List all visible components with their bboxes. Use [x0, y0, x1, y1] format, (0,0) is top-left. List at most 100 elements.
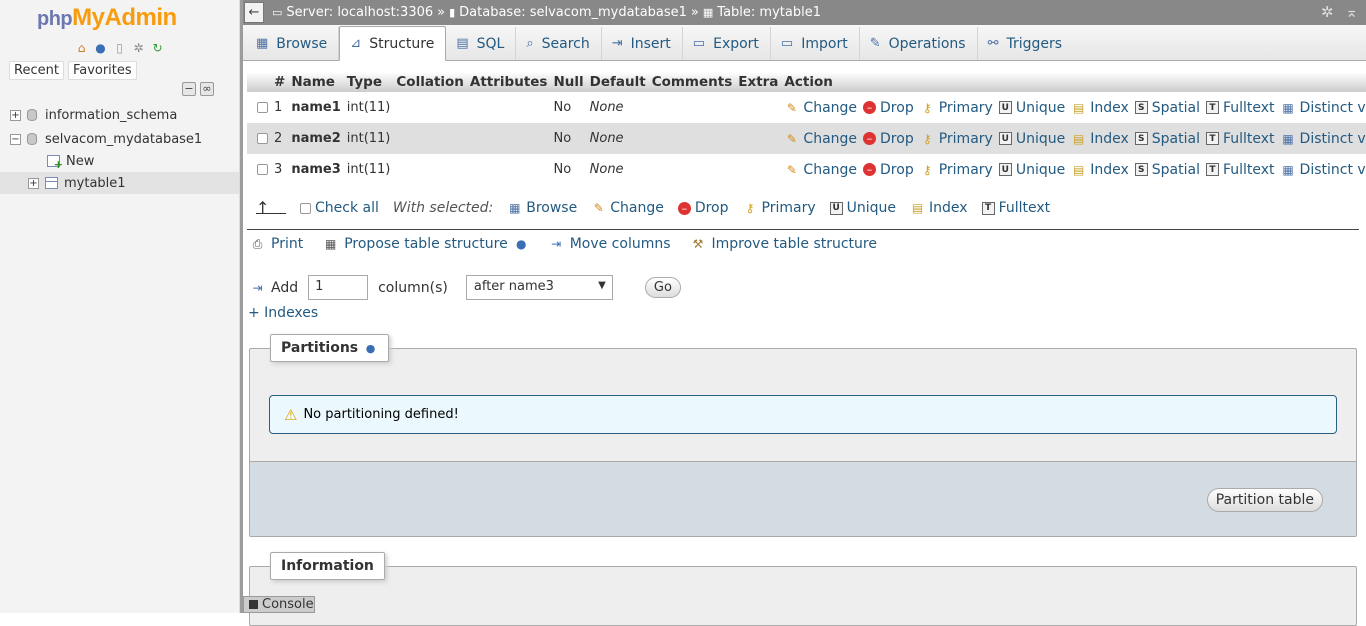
unique-action[interactable]: U Unique: [998, 100, 1065, 116]
action-cell: ✎ Change – Drop ⚷ Primary U Unique ▤ Index S Spatia…: [781, 92, 1366, 123]
browse-icon: ▦: [509, 201, 521, 215]
check-all-checkbox[interactable]: [300, 202, 311, 214]
selected-browse-button[interactable]: ▦ Browse: [507, 200, 577, 216]
primary-action[interactable]: ⚷ Primary: [920, 162, 993, 178]
column-header: Extra: [735, 72, 782, 92]
change-action[interactable]: ✎ Change: [784, 100, 857, 116]
phpmyadmin-logo[interactable]: phpMyAdmin: [37, 4, 177, 32]
tree-item-selvacom-mydatabase1[interactable]: − selvacom_mydatabase1: [0, 128, 239, 150]
tab-sql[interactable]: ▤ SQL: [446, 27, 517, 60]
tree-item-information-schema[interactable]: + information_schema: [0, 104, 239, 126]
drop-action[interactable]: – Drop: [863, 162, 914, 178]
primary-action[interactable]: ⚷ Primary: [920, 100, 993, 116]
unique-action[interactable]: U Unique: [998, 131, 1065, 147]
distinct-values-action[interactable]: ▦Distinct values: [1281, 131, 1366, 147]
spatial-action[interactable]: S Spatial: [1134, 162, 1200, 178]
distinct-values-action[interactable]: ▦Distinct values: [1281, 100, 1366, 116]
add-label: Add: [271, 279, 299, 296]
selected-drop-button[interactable]: – Drop: [677, 200, 729, 216]
partition-table-button[interactable]: Partition table: [1206, 488, 1323, 512]
primary-action[interactable]: ⚷ Primary: [920, 131, 993, 147]
breadcrumb-database[interactable]: ▮ Database: selvacom_mydatabase1: [449, 5, 687, 20]
go-button[interactable]: Go: [644, 277, 681, 298]
print-link[interactable]: ⎙ Print: [250, 236, 304, 252]
propose-structure-link[interactable]: ▦ Propose table structure ●: [323, 236, 528, 252]
fulltext-action[interactable]: T Fulltext: [1205, 131, 1275, 147]
column-type: int(11): [343, 123, 394, 154]
nav-icon-bar: ⌂ ● ▯ ✲ ↻: [74, 40, 165, 55]
column-position-select[interactable]: after name3 ▼: [465, 275, 613, 300]
improve-structure-link[interactable]: ⚒ Improve table structure: [691, 236, 877, 252]
distinct-values-action[interactable]: ▦Distinct values: [1281, 162, 1366, 178]
index-action[interactable]: ▤ Index: [1071, 162, 1129, 178]
column-count-input[interactable]: 1: [308, 275, 369, 300]
change-action[interactable]: ✎ Change: [784, 131, 857, 147]
check-all[interactable]: Check all: [300, 200, 379, 216]
info-icon[interactable]: ●: [93, 40, 108, 55]
table-row: 1 name1 int(11) No None ✎ Change – Drop ⚷ Primary U…: [247, 92, 1366, 123]
collapse-icon[interactable]: ⌅: [1345, 3, 1358, 21]
selected-unique-button[interactable]: U Unique: [829, 200, 896, 216]
reload-icon[interactable]: ↻: [150, 40, 165, 55]
key-icon: ⚷: [922, 131, 932, 146]
index-action[interactable]: ▤ Index: [1071, 131, 1129, 147]
tab-search[interactable]: ⌕ Search: [516, 27, 602, 60]
indexes-toggle-link[interactable]: + Indexes: [248, 305, 318, 321]
breadcrumb-server[interactable]: ▭ Server: localhost:3306: [272, 5, 433, 20]
tab-export[interactable]: ▭ Export: [683, 27, 771, 60]
expand-icon[interactable]: +: [28, 177, 39, 189]
row-checkbox-cell: [247, 123, 271, 154]
docs-icon[interactable]: ▯: [112, 40, 127, 55]
selected-fulltext-button[interactable]: T Fulltext: [981, 200, 1050, 216]
key-icon: ⚷: [922, 100, 932, 115]
unique-icon: U: [998, 101, 1012, 114]
tree-item-mytable1[interactable]: + mytable1: [0, 172, 239, 194]
settings-icon[interactable]: ✲: [131, 40, 146, 55]
selected-primary-button[interactable]: ⚷ Primary: [743, 200, 816, 216]
spatial-action[interactable]: S Spatial: [1134, 131, 1200, 147]
fulltext-action[interactable]: T Fulltext: [1205, 100, 1275, 116]
row-actions: ✎ Change – Drop ⚷ Primary U Unique ▤ Index S Spatia…: [784, 162, 1366, 178]
tab-structure[interactable]: ⊿ Structure: [339, 26, 447, 61]
column-attributes: [466, 154, 551, 185]
tab-import[interactable]: ▭ Import: [771, 27, 860, 60]
recent-tab[interactable]: Recent: [9, 61, 64, 80]
row-checkbox[interactable]: [257, 133, 268, 144]
structure-table: # Name Type Collation Attributes Null De…: [247, 72, 1366, 185]
index-action[interactable]: ▤ Index: [1071, 100, 1129, 116]
spatial-action[interactable]: S Spatial: [1134, 100, 1200, 116]
tab-operations[interactable]: ✎ Operations: [860, 27, 978, 60]
table-header-row: # Name Type Collation Attributes Null De…: [247, 72, 1366, 92]
selected-change-button[interactable]: ✎ Change: [591, 200, 664, 216]
main-content: # Name Type Collation Attributes Null De…: [243, 61, 1366, 626]
row-checkbox[interactable]: [257, 102, 268, 113]
breadcrumb-separator: »: [690, 5, 699, 20]
change-action[interactable]: ✎ Change: [784, 162, 857, 178]
tree-item-new[interactable]: New: [0, 150, 239, 172]
collapse-icon[interactable]: −: [10, 133, 21, 145]
link-icon[interactable]: ∞: [200, 82, 214, 96]
move-columns-link[interactable]: ⇥ Move columns: [549, 236, 670, 252]
tab-triggers[interactable]: ⚯ Triggers: [978, 27, 1073, 60]
favorites-tab[interactable]: Favorites: [67, 61, 137, 80]
tab-browse[interactable]: ▦ Browse: [246, 27, 340, 60]
console-toggle[interactable]: Console: [243, 596, 315, 613]
expand-icon[interactable]: +: [10, 109, 21, 121]
new-table-icon: [47, 155, 63, 171]
row-checkbox[interactable]: [257, 164, 268, 175]
column-header: Collation: [393, 72, 467, 92]
home-icon[interactable]: ⌂: [74, 40, 89, 55]
fulltext-action[interactable]: T Fulltext: [1205, 162, 1275, 178]
collapse-all-icon[interactable]: −: [182, 82, 196, 96]
tab-insert[interactable]: ⇥ Insert: [602, 27, 683, 60]
breadcrumb-table[interactable]: ▦ Table: mytable1: [703, 5, 821, 20]
help-icon[interactable]: ●: [363, 341, 378, 356]
selected-index-button[interactable]: ▤ Index: [910, 200, 968, 216]
settings-icon[interactable]: ✲: [1321, 3, 1334, 21]
unique-action[interactable]: U Unique: [998, 162, 1065, 178]
drop-action[interactable]: – Drop: [863, 131, 914, 147]
back-icon[interactable]: ←: [244, 2, 264, 23]
row-checkbox-cell: [247, 154, 271, 185]
drop-action[interactable]: – Drop: [863, 100, 914, 116]
help-icon[interactable]: ●: [514, 237, 529, 252]
